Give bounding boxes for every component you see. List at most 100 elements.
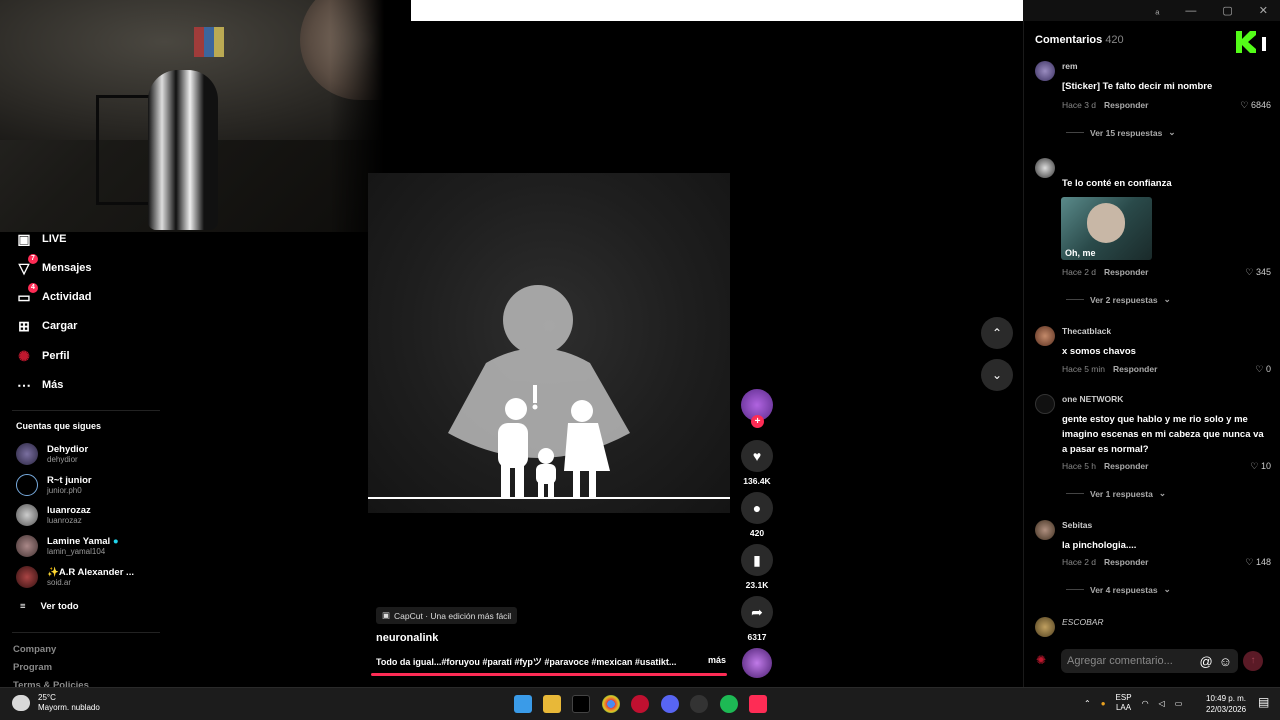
avatar[interactable] — [1035, 158, 1055, 178]
following-account[interactable]: R~t junior junior.ph0 — [16, 474, 92, 496]
next-video-button[interactable]: ⌄ — [981, 359, 1013, 391]
comment-user[interactable]: one NETWORK — [1062, 394, 1123, 404]
profile-icon: ✺ — [18, 348, 30, 364]
nav-profile[interactable]: ✺ Perfil — [16, 348, 70, 364]
spotify-icon[interactable] — [720, 695, 738, 713]
notification-icon[interactable]: ▤ — [1258, 695, 1269, 709]
tiktok-app-icon[interactable] — [572, 695, 590, 713]
comment-user[interactable]: Thecatblack — [1062, 326, 1111, 336]
comment-likes[interactable]: ♡ 0 — [1255, 364, 1271, 375]
comment-user[interactable]: rem — [1062, 61, 1078, 71]
comment-likes[interactable]: ♡ 345 — [1245, 267, 1271, 278]
share-action[interactable]: ➦ 6317 — [741, 596, 773, 642]
weather-widget[interactable]: 25°C Mayorm. nublado — [12, 693, 100, 713]
save-count: 23.1K — [745, 580, 769, 590]
view-replies-button[interactable]: Ver 1 respuesta ⌄ — [1066, 488, 1166, 499]
volume-icon[interactable]: ◁ — [1159, 699, 1165, 708]
translate-icon[interactable]: ₐ — [1155, 5, 1159, 17]
system-tray[interactable]: ⌃ ● ESP LAA ◠ ◁ ▭ — [1084, 693, 1182, 713]
previous-video-button[interactable]: ⌃ — [981, 317, 1013, 349]
footer-program-link[interactable]: Program — [13, 662, 52, 673]
comment-likes[interactable]: ♡ 6846 — [1240, 100, 1271, 111]
comment-image[interactable]: Oh, me — [1061, 197, 1152, 260]
video-progress-bar[interactable] — [371, 673, 727, 676]
reply-button[interactable]: Responder — [1104, 267, 1148, 277]
nav-label: Perfil — [42, 350, 70, 362]
view-replies-button[interactable]: Ver 15 respuestas ⌄ — [1066, 127, 1175, 138]
capcut-tag[interactable]: ▣ CapCut · Una edición más fácil — [376, 607, 518, 624]
view-replies-button[interactable]: Ver 4 respuestas ⌄ — [1066, 584, 1171, 595]
following-account[interactable]: luanrozaz luanrozaz — [16, 504, 91, 526]
divider — [12, 410, 160, 411]
footer-company-link[interactable]: Company — [13, 644, 56, 655]
my-avatar-icon: ✺ — [1036, 653, 1047, 667]
avatar[interactable] — [1035, 326, 1055, 346]
nav-upload[interactable]: ⊞ Cargar — [16, 318, 77, 334]
reply-button[interactable]: Responder — [1104, 461, 1148, 471]
music-disc[interactable] — [742, 648, 772, 678]
settings-app-icon[interactable] — [690, 695, 708, 713]
avatar[interactable] — [1035, 394, 1055, 414]
comment-count: 420 — [749, 528, 765, 538]
reply-button[interactable]: Responder — [1113, 364, 1157, 374]
file-explorer-icon[interactable] — [543, 695, 561, 713]
like-action[interactable]: ♥ 136.4K — [741, 440, 773, 486]
wifi-icon[interactable]: ◠ — [1142, 699, 1149, 708]
comment-meta: Hace 2 d Responder — [1062, 267, 1149, 277]
avatar[interactable] — [1035, 520, 1055, 540]
minimize-button[interactable]: — — [1185, 5, 1196, 17]
emoji-icon[interactable]: ☺ — [1219, 654, 1232, 669]
account-name: ✨A.R Alexander ... — [47, 567, 134, 578]
view-replies-button[interactable]: Ver 2 respuestas ⌄ — [1066, 294, 1171, 305]
language-indicator[interactable]: ESP LAA — [1116, 693, 1132, 713]
reply-button[interactable]: Responder — [1104, 557, 1148, 567]
nav-messages[interactable]: ▽ 7 Mensajes — [16, 254, 92, 276]
taskbar-clock[interactable]: 10:49 p. m. 22/03/2026 — [1206, 693, 1246, 715]
comment-likes[interactable]: ♡ 10 — [1250, 461, 1271, 472]
comment-user[interactable]: ESCOBAR — [1062, 617, 1104, 627]
comment-meta: Hace 5 min Responder — [1062, 364, 1158, 374]
see-all-link[interactable]: ≡ Ver todo — [20, 601, 79, 612]
comment-input[interactable]: Agregar comentario... @ ☺ — [1061, 649, 1238, 673]
tiktok-active-icon[interactable] — [749, 695, 767, 713]
chevron-up-icon[interactable]: ⌃ — [1084, 699, 1091, 708]
close-window-button[interactable]: ✕ — [1259, 4, 1268, 17]
nav-activity[interactable]: ▭ 4 Actividad — [16, 283, 92, 305]
maximize-button[interactable]: ▢ — [1222, 4, 1232, 17]
avatar[interactable] — [1035, 61, 1055, 81]
chrome-icon[interactable] — [602, 695, 620, 713]
live-icon: ▣ — [17, 231, 31, 247]
video-author[interactable]: neuronalink — [376, 632, 438, 644]
follow-button[interactable]: + — [751, 415, 764, 428]
comment-likes[interactable]: ♡ 148 — [1245, 557, 1271, 568]
video-frame-illustration — [448, 285, 630, 498]
opera-icon[interactable] — [631, 695, 649, 713]
webcam-overlay — [0, 0, 411, 232]
avatar[interactable] — [1035, 617, 1055, 637]
mic-icon[interactable]: ● — [1101, 699, 1106, 708]
discord-icon[interactable] — [661, 695, 679, 713]
like-count: 136.4K — [743, 476, 771, 486]
chevron-down-icon: ⌄ — [991, 368, 1003, 382]
save-action[interactable]: ▮ 23.1K — [741, 544, 773, 590]
nav-live[interactable]: ▣ LIVE — [16, 231, 66, 247]
video-description: Todo da igual...#foruyou #paratí #fypツ #… — [376, 655, 726, 668]
video-player[interactable] — [368, 173, 730, 513]
more-link[interactable]: más — [708, 655, 726, 668]
footer-terms-link[interactable]: Terms & Policies — [13, 680, 89, 687]
following-account[interactable]: Dehydior dehydior — [16, 443, 88, 465]
account-handle: junior.ph0 — [47, 486, 82, 495]
reply-button[interactable]: Responder — [1104, 100, 1148, 110]
windows-start-icon[interactable] — [514, 695, 532, 713]
following-account[interactable]: ✨A.R Alexander ... soid.ar — [16, 566, 134, 588]
battery-icon[interactable]: ▭ — [1175, 699, 1183, 708]
send-comment-button[interactable]: ↑ — [1243, 651, 1263, 671]
account-name: R~t junior — [47, 475, 92, 486]
upload-icon: ⊞ — [18, 318, 30, 334]
mention-icon[interactable]: @ — [1200, 654, 1213, 669]
nav-more[interactable]: ⋯ Más — [16, 377, 63, 393]
comment-action[interactable]: ● 420 — [741, 492, 773, 538]
see-all-label: Ver todo — [40, 601, 79, 612]
following-account[interactable]: Lamine Yamal ● lamin_yamal104 — [16, 535, 119, 557]
comment-user[interactable]: Sebitas — [1062, 520, 1092, 530]
